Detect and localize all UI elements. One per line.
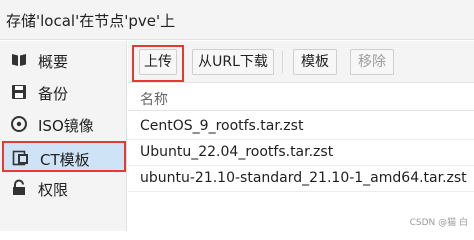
lock-icon (10, 179, 28, 197)
main-panel: 上传 从URL下载 模板 移除 名称 CentOS_9_rootfs.tar.z… (128, 41, 474, 231)
table-row[interactable]: Ubuntu_22.04_rootfs.tar.zst (128, 140, 474, 166)
table-row[interactable]: ubuntu-21.10-standard_21.10-1_amd64.tar.… (128, 166, 474, 192)
download-from-url-button[interactable]: 从URL下载 (192, 49, 274, 75)
sidebar-item-ct-templates[interactable]: CT模板 (2, 141, 126, 172)
remove-button[interactable]: 移除 (350, 49, 394, 75)
sidebar-item-label: CT模板 (40, 151, 90, 169)
upload-button[interactable]: 上传 (139, 49, 177, 75)
sidebar-item-iso-images[interactable]: ISO镜像 (2, 109, 126, 140)
sidebar-item-label: 概要 (38, 53, 69, 71)
toolbar-separator (282, 51, 283, 73)
sidebar-item-label: 备份 (38, 85, 69, 103)
sidebar-item-backup[interactable]: 备份 (2, 77, 126, 108)
watermark: CSDN @猫 白 (409, 218, 468, 228)
template-icon (12, 149, 30, 167)
floppy-disk-icon (10, 83, 28, 101)
file-name-cell: Ubuntu_22.04_rootfs.tar.zst (140, 144, 334, 160)
templates-button[interactable]: 模板 (293, 49, 337, 75)
grid-header: 名称 (128, 85, 474, 111)
sidebar: 概要 备份 ISO镜像 CT模板 权限 (0, 41, 127, 231)
sidebar-item-summary[interactable]: 概要 (2, 45, 126, 76)
sidebar-item-label: ISO镜像 (38, 117, 94, 135)
disc-icon (10, 115, 28, 133)
sidebar-item-label: 权限 (38, 181, 69, 199)
sidebar-item-permissions[interactable]: 权限 (2, 173, 126, 204)
book-icon (10, 51, 28, 69)
window-title: 存储'local'在节点'pve'上 (6, 12, 176, 30)
table-row[interactable]: CentOS_9_rootfs.tar.zst (128, 114, 474, 140)
column-header-name[interactable]: 名称 (140, 89, 168, 109)
toolbar: 上传 从URL下载 模板 移除 (128, 41, 474, 83)
file-name-cell: CentOS_9_rootfs.tar.zst (140, 118, 304, 134)
file-name-cell: ubuntu-21.10-standard_21.10-1_amd64.tar.… (140, 170, 467, 186)
window-titlebar: 存储'local'在节点'pve'上 (0, 0, 474, 40)
